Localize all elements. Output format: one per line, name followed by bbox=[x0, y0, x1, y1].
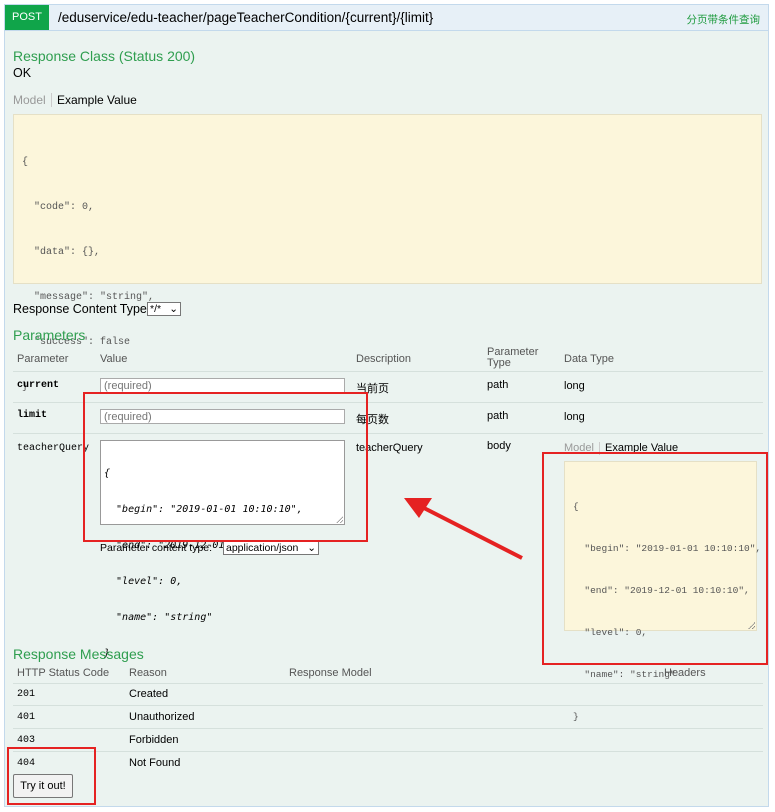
annotation-arrow-icon bbox=[404, 498, 523, 560]
arrow-shaft bbox=[421, 505, 523, 560]
